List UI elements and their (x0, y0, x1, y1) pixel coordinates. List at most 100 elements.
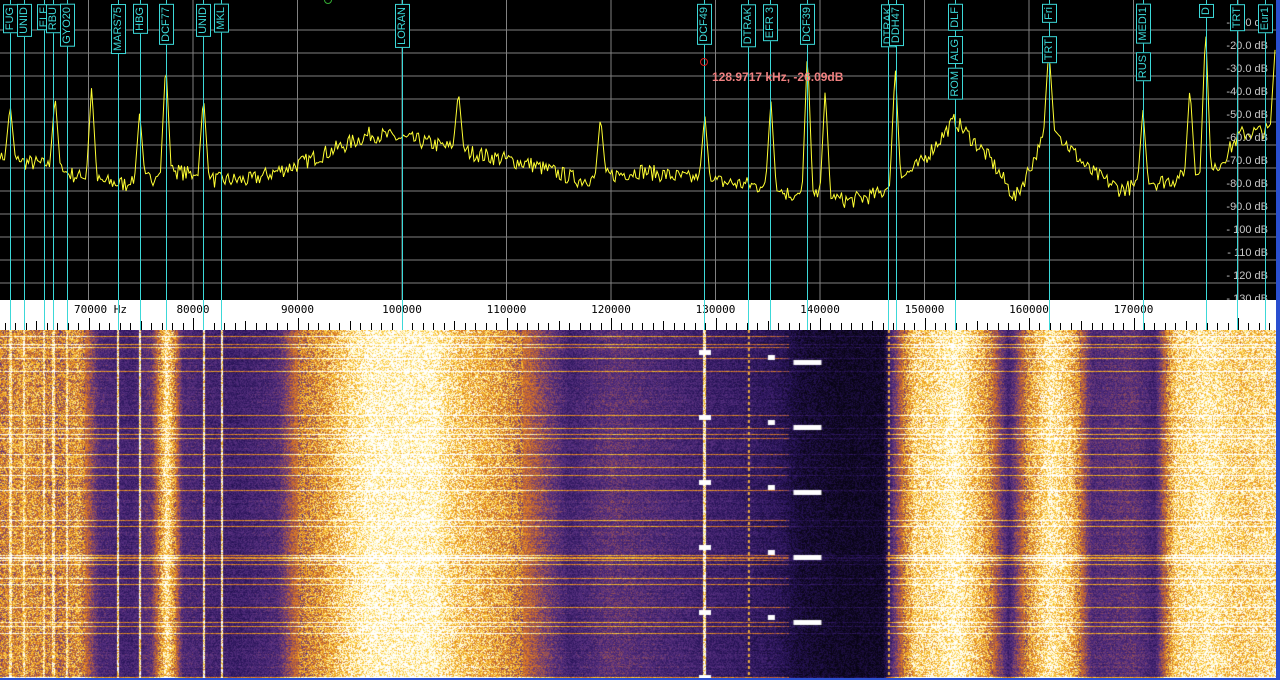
station-label[interactable]: FUG (3, 4, 18, 34)
ruler-tick (569, 323, 571, 330)
frequency-ruler[interactable]: 70000 Hz80000900001000001100001200001300… (0, 300, 1280, 330)
station-marker-line (203, 0, 204, 330)
ruler-tick (496, 323, 498, 330)
station-label[interactable]: LORAN (395, 4, 410, 48)
station-marker-line (1206, 0, 1207, 330)
frequency-label: 150000 (904, 303, 945, 316)
station-marker-line (1143, 0, 1144, 330)
ruler-tick (757, 323, 759, 330)
station-label[interactable]: GYO20 (60, 4, 75, 47)
station-marker-line (748, 0, 749, 330)
spectrum-display[interactable]: -10.0 dB -20.0 dB -30.0 dB -40.0 dB -50.0 dB… (0, 0, 1276, 305)
ruler-tick (360, 323, 362, 330)
ruler-tick (579, 323, 581, 330)
ruler-tick (182, 323, 184, 330)
station-label[interactable]: HBG (133, 4, 148, 34)
station-label[interactable]: TRT (1230, 4, 1245, 32)
ruler-tick (1029, 318, 1030, 330)
station-label[interactable]: ALG (948, 36, 963, 65)
ruler-tick (287, 323, 289, 330)
ruler-tick (234, 323, 236, 330)
station-label[interactable]: DCF49 (697, 4, 712, 45)
station-label[interactable]: DDH47 (889, 4, 904, 47)
db-label: -90.0 dB (1226, 201, 1268, 213)
db-label: -70.0 dB (1226, 155, 1268, 167)
ruler-tick (46, 323, 48, 330)
ruler-tick (684, 323, 686, 330)
ruler-tick (558, 321, 560, 330)
station-marker-line (140, 0, 141, 330)
ruler-tick (715, 318, 717, 330)
station-label[interactable]: ROM (948, 68, 963, 100)
ruler-tick (224, 323, 226, 330)
ruler-tick (339, 323, 341, 330)
ruler-tick (15, 323, 17, 330)
station-marker-line (67, 0, 68, 330)
ruler-tick (1164, 323, 1166, 330)
station-label[interactable]: MEDI1 (1136, 4, 1151, 44)
station-label[interactable]: TRT (1042, 36, 1057, 64)
ruler-tick (25, 323, 27, 330)
station-label[interactable]: RUS (1136, 52, 1151, 82)
station-label[interactable]: DLF (948, 4, 963, 31)
ruler-tick (1018, 323, 1020, 330)
db-label: -60.0 dB (1226, 132, 1268, 144)
db-label: -80.0 dB (1226, 178, 1268, 190)
ruler-tick (391, 323, 393, 330)
ruler-tick (475, 323, 477, 330)
ruler-tick (872, 321, 874, 330)
ruler-tick (464, 323, 466, 330)
ruler-tick (725, 323, 727, 330)
ruler-tick (809, 323, 811, 330)
ruler-tick (454, 321, 456, 330)
ruler-tick (1269, 323, 1271, 330)
station-label[interactable]: D (1199, 4, 1214, 18)
cursor-readout: 128.9717 kHz, -26.09dB (712, 70, 844, 84)
ruler-tick (799, 323, 801, 330)
ruler-tick (611, 318, 612, 330)
ruler-tick (652, 323, 654, 330)
ruler-tick (642, 323, 644, 330)
ruler-tick (516, 323, 518, 330)
ruler-tick (119, 323, 121, 330)
frequency-label: 110000 (486, 303, 527, 316)
ruler-tick (1008, 323, 1010, 330)
station-label[interactable]: MARS75 (111, 4, 126, 55)
ruler-tick (840, 323, 842, 330)
station-label[interactable]: DCF39 (800, 4, 815, 45)
station-label[interactable]: Fri (1042, 4, 1057, 23)
waterfall-display[interactable] (0, 330, 1276, 678)
station-label[interactable]: UNID (17, 4, 32, 37)
station-marker-line (53, 0, 54, 330)
ruler-tick (266, 323, 268, 330)
ruler-tick (36, 321, 38, 330)
ruler-tick (830, 323, 832, 330)
ruler-tick (130, 323, 132, 330)
ruler-tick (600, 323, 602, 330)
ruler-tick (590, 323, 592, 330)
station-marker-line (44, 0, 45, 330)
ruler-tick (1091, 323, 1093, 330)
ruler-tick (57, 323, 59, 330)
ruler-tick (485, 323, 487, 330)
ruler-tick (245, 321, 247, 330)
station-label[interactable]: DTRAK (741, 4, 756, 48)
ruler-tick (976, 321, 978, 330)
db-label: - 100 dB (1226, 224, 1268, 236)
ruler-tick (903, 323, 905, 330)
station-marker-line (10, 0, 11, 330)
ruler-tick (1227, 323, 1229, 330)
station-label[interactable]: MKL (214, 4, 229, 33)
station-marker-line (402, 0, 403, 330)
ruler-tick (433, 323, 435, 330)
station-marker-line (221, 0, 222, 330)
ruler-tick (1154, 323, 1156, 330)
station-label[interactable]: RBU (46, 4, 61, 34)
station-label[interactable]: EFR 3 (763, 4, 778, 42)
ruler-tick (98, 323, 100, 330)
ruler-tick (705, 323, 707, 330)
station-label[interactable]: UNID (196, 4, 211, 37)
ruler-tick (412, 323, 414, 330)
station-label[interactable]: DCF77 (159, 4, 174, 45)
station-label[interactable]: Eur1 (1258, 4, 1273, 34)
